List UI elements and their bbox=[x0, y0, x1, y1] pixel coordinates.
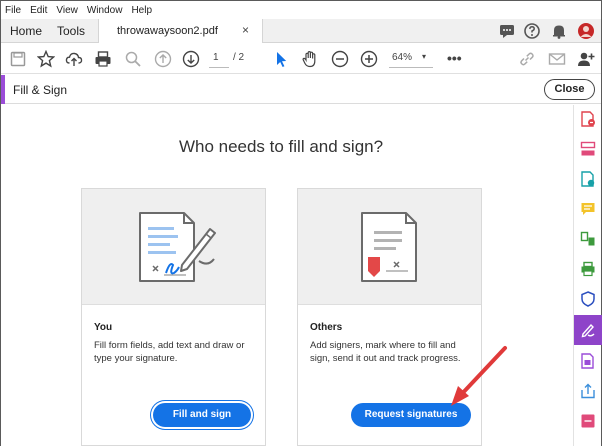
fill-sign-accent bbox=[1, 75, 5, 104]
fill-and-sign-button[interactable]: Fill and sign bbox=[153, 403, 251, 427]
more-tools-icon[interactable] bbox=[580, 413, 596, 429]
create-pdf-icon[interactable] bbox=[580, 353, 596, 369]
request-signatures-illustration bbox=[298, 189, 481, 305]
close-button[interactable]: Close bbox=[544, 79, 595, 100]
menu-help[interactable]: Help bbox=[131, 5, 152, 16]
hand-tool-icon[interactable] bbox=[301, 50, 319, 68]
fill-sign-illustration bbox=[82, 189, 265, 305]
fill-sign-title: Fill & Sign bbox=[13, 83, 68, 97]
next-page-icon[interactable] bbox=[182, 50, 200, 68]
export-pdf-icon[interactable] bbox=[580, 111, 596, 127]
chat-icon[interactable] bbox=[498, 22, 516, 40]
signature-document-icon bbox=[139, 212, 216, 282]
zoom-in-icon[interactable] bbox=[360, 50, 378, 68]
page-total: / 2 bbox=[233, 52, 245, 63]
page-title: Who needs to fill and sign? bbox=[178, 137, 384, 156]
fill-sign-icon[interactable] bbox=[580, 322, 596, 338]
tab-tools[interactable]: Tools bbox=[57, 24, 85, 38]
card-others-description: Add signers, mark where to fill and sign… bbox=[310, 340, 461, 364]
compress-icon[interactable] bbox=[580, 231, 596, 247]
share-icon[interactable] bbox=[580, 383, 596, 399]
request-document-icon bbox=[361, 212, 417, 282]
card-you-description: Fill form fields, add text and draw or t… bbox=[94, 340, 245, 364]
menu-file[interactable]: File bbox=[5, 5, 21, 16]
tab-home[interactable]: Home bbox=[10, 24, 42, 38]
close-tab-icon[interactable]: × bbox=[242, 23, 249, 37]
previous-page-icon[interactable] bbox=[154, 50, 172, 68]
menu-bar: File Edit View Window Help bbox=[1, 1, 601, 19]
card-you: You Fill form fields, add text and draw … bbox=[81, 188, 266, 446]
bell-icon[interactable] bbox=[550, 22, 568, 40]
tab-document[interactable]: throwawaysoon2.pdf × bbox=[98, 19, 263, 43]
save-icon[interactable] bbox=[9, 50, 27, 68]
chevron-down-icon: ▾ bbox=[422, 52, 427, 61]
zoom-out-icon[interactable] bbox=[331, 50, 349, 68]
toolbar: 1 / 2 64% ▾ ••• bbox=[1, 44, 601, 74]
menu-window[interactable]: Window bbox=[87, 5, 123, 16]
menu-view[interactable]: View bbox=[56, 5, 78, 16]
card-others-title: Others bbox=[310, 322, 343, 333]
page-current: 1 bbox=[213, 52, 219, 63]
add-user-icon[interactable] bbox=[577, 50, 595, 68]
document-tab-label: throwawaysoon2.pdf bbox=[117, 25, 218, 37]
tab-bar: Home Tools throwawaysoon2.pdf × bbox=[1, 19, 601, 43]
right-tools-rail bbox=[573, 105, 602, 446]
link-icon[interactable] bbox=[518, 50, 536, 68]
card-others: Others Add signers, mark where to fill a… bbox=[297, 188, 482, 446]
upload-cloud-icon[interactable] bbox=[65, 50, 83, 68]
protect-icon[interactable] bbox=[580, 291, 596, 307]
zoom-value: 64% bbox=[392, 52, 413, 63]
help-icon[interactable] bbox=[523, 22, 541, 40]
edit-pdf-icon[interactable] bbox=[580, 171, 596, 187]
main-panel: Who needs to fill and sign? You Fill for… bbox=[1, 105, 573, 446]
bookmark-star-icon[interactable] bbox=[37, 50, 55, 68]
more-tools-button[interactable]: ••• bbox=[447, 50, 462, 66]
avatar[interactable] bbox=[577, 22, 595, 40]
fill-sign-bar: Fill & Sign Close bbox=[1, 75, 601, 104]
select-cursor-icon[interactable] bbox=[272, 50, 290, 68]
organize-pages-icon[interactable] bbox=[580, 141, 596, 157]
menu-edit[interactable]: Edit bbox=[30, 5, 47, 16]
page-number-field[interactable] bbox=[209, 50, 229, 68]
mail-icon[interactable] bbox=[548, 50, 566, 68]
comment-icon[interactable] bbox=[580, 201, 596, 217]
print-production-icon[interactable] bbox=[580, 261, 596, 277]
search-icon[interactable] bbox=[124, 50, 142, 68]
print-icon[interactable] bbox=[94, 50, 112, 68]
card-you-title: You bbox=[94, 322, 113, 333]
request-signatures-button[interactable]: Request signatures bbox=[351, 403, 471, 427]
